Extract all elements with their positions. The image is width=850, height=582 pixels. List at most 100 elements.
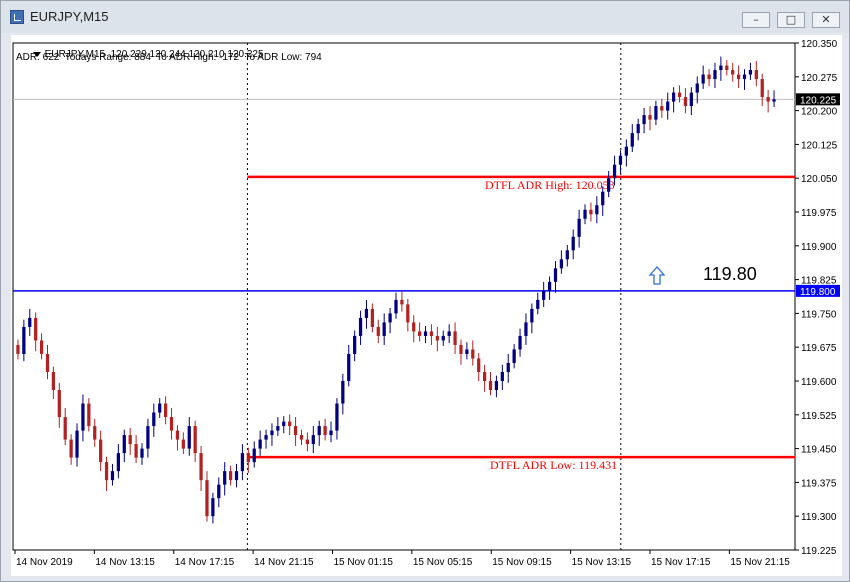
candle-body [748, 70, 753, 75]
candle-body [429, 331, 434, 336]
y-tick-label: 119.225 [801, 546, 837, 557]
candle-body [187, 426, 191, 449]
candle-body [99, 439, 103, 463]
candle-body [530, 308, 534, 323]
y-tick-label: 120.050 [801, 174, 838, 185]
candle-body [630, 133, 634, 147]
candle-body [418, 331, 422, 336]
candle-body [542, 290, 546, 300]
candle-body [364, 308, 369, 318]
candle-body [217, 484, 221, 499]
candle-body [666, 101, 670, 111]
x-tick-label: 14 Nov 21:15 [254, 557, 314, 568]
candle-body [34, 317, 38, 341]
candle-body [193, 426, 197, 454]
y-tick-label: 119.675 [801, 343, 837, 354]
candle-body [388, 313, 392, 323]
candle-body [642, 115, 646, 125]
y-tick-label: 119.450 [801, 445, 837, 456]
candle-body [766, 97, 770, 102]
candle-body [223, 471, 227, 485]
y-tick-label: 119.975 [801, 208, 837, 219]
close-button[interactable]: ✕ [812, 12, 840, 28]
candle-body [506, 362, 510, 372]
candle-body [394, 299, 398, 314]
candle-body [87, 403, 91, 427]
candle-body [152, 412, 156, 427]
candle-body [618, 155, 623, 165]
y-tick-label: 120.125 [801, 140, 838, 151]
candle-body [494, 381, 499, 391]
candle-body [701, 74, 705, 84]
candle-body [28, 317, 32, 327]
candle-body [601, 191, 605, 206]
candle-body [134, 444, 138, 458]
candle-body [412, 322, 416, 332]
candle-body [435, 335, 439, 341]
candle-body [264, 435, 268, 440]
candle-body [423, 331, 428, 336]
candle-body [565, 250, 569, 260]
candle-body [382, 322, 386, 336]
chart-app-icon [10, 10, 24, 24]
candle-body [323, 426, 327, 436]
candle-body [725, 65, 729, 71]
adr-high-label: DTFL ADR High: 120.053 [485, 178, 615, 192]
title-bar[interactable]: EURJPY,M15 – □ ✕ [1, 1, 849, 33]
chart-area[interactable]: 120.350 120.275 120.200 120.125 120.050 119.9… [11, 35, 842, 576]
candle-body [175, 430, 180, 440]
y-tick-label: 120.200 [801, 107, 838, 118]
candle-body [713, 70, 717, 80]
candle-body [512, 349, 516, 363]
x-tick-label: 15 Nov 01:15 [334, 557, 394, 568]
candle-body [358, 317, 363, 336]
candle-body [234, 471, 239, 481]
x-tick-label: 14 Nov 13:15 [95, 557, 155, 568]
candle-body [246, 453, 250, 463]
price-chart[interactable]: 120.350 120.275 120.200 120.125 120.050 119.9… [11, 35, 842, 576]
candle-body [228, 471, 233, 481]
candle-body [63, 417, 67, 440]
candle-body [577, 218, 581, 237]
minimize-button[interactable]: – [742, 12, 770, 28]
candle-body [370, 308, 374, 327]
candle-body [654, 106, 658, 120]
candle-body [252, 448, 256, 463]
candle-body [140, 448, 144, 458]
level-price-label: 119.800 [800, 287, 836, 298]
candle-body [465, 349, 469, 354]
x-tick-label: 15 Nov 17:15 [651, 557, 711, 568]
candle-body [672, 92, 676, 102]
candle-body [376, 326, 380, 336]
candle-body [488, 381, 493, 391]
y-tick-label: 119.900 [801, 242, 837, 253]
candle-body [276, 426, 280, 431]
x-tick-label: 14 Nov 17:15 [175, 557, 235, 568]
candle-body [760, 79, 764, 98]
candle-body [400, 299, 404, 305]
candle-body [406, 304, 410, 323]
x-tick-label: 15 Nov 09:15 [492, 557, 552, 568]
candle-body [736, 74, 741, 80]
candle-body [482, 371, 487, 381]
candle-body [329, 430, 333, 436]
candle-body [500, 371, 504, 381]
candle-body [695, 83, 699, 93]
adr-low-label: DTFL ADR Low: 119.431 [490, 458, 617, 472]
candle-body [731, 70, 735, 75]
candle-body [270, 430, 274, 436]
maximize-button[interactable]: □ [777, 12, 805, 28]
candle-body [683, 97, 688, 107]
candle-body [128, 435, 132, 445]
y-tick-label: 119.600 [801, 377, 837, 388]
x-tick-label: 15 Nov 13:15 [572, 557, 632, 568]
candle-body [453, 331, 457, 345]
candle-body [742, 74, 747, 80]
candle-body [110, 471, 115, 481]
x-tick-label: 14 Nov 2019 [16, 557, 73, 568]
candle-body [571, 236, 575, 251]
candle-body [536, 299, 540, 309]
y-tick-label: 119.750 [801, 309, 837, 320]
candle-body [677, 92, 682, 98]
candle-body [282, 421, 286, 427]
